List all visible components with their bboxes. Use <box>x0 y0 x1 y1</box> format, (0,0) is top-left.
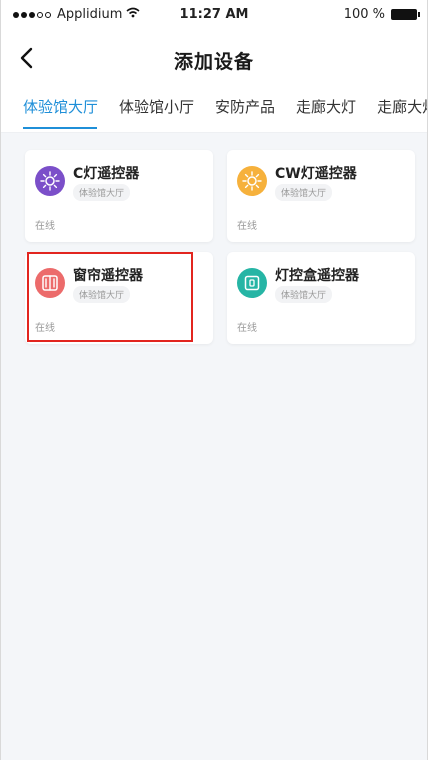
device-grid: C灯遥控器 体验馆大厅 在线 CW灯遥控器 体验馆大厅 在线 窗帘遥控器 体验馆… <box>1 133 427 760</box>
room-tabs: 体验馆大厅体验馆小厅安防产品走廊大灯走廊大灯 <box>1 92 427 133</box>
device-room-badge: 体验馆大厅 <box>275 184 333 201</box>
nav-bar: 添加设备 <box>1 38 427 82</box>
tab-room-1[interactable]: 体验馆大厅 <box>23 92 98 129</box>
device-status: 在线 <box>35 221 55 232</box>
light-box-icon <box>237 268 267 298</box>
device-room-badge: 体验馆大厅 <box>275 286 333 303</box>
tab-room-5[interactable]: 走廊大灯 <box>377 92 427 117</box>
device-card-c-light[interactable]: C灯遥控器 体验馆大厅 在线 <box>25 150 213 242</box>
device-room-badge: 体验馆大厅 <box>73 184 131 201</box>
device-card-cw-light[interactable]: CW灯遥控器 体验馆大厅 在线 <box>227 150 415 242</box>
c-light-icon <box>35 166 65 196</box>
device-name: 窗帘遥控器 <box>73 268 143 284</box>
battery-icon <box>391 9 420 20</box>
curtain-icon <box>35 268 65 298</box>
device-status: 在线 <box>237 221 257 232</box>
tab-room-3[interactable]: 安防产品 <box>215 92 275 117</box>
device-card-curtain[interactable]: 窗帘遥控器 体验馆大厅 在线 <box>25 252 213 344</box>
cw-light-icon <box>237 166 267 196</box>
battery-percent: 100 % <box>343 7 385 22</box>
page-title: 添加设备 <box>173 51 254 73</box>
device-status: 在线 <box>237 323 257 334</box>
tab-room-4[interactable]: 走廊大灯 <box>296 92 356 117</box>
tab-room-2[interactable]: 体验馆小厅 <box>119 92 194 117</box>
battery-area: 100 % <box>343 7 420 22</box>
status-bar: Applidium 11:27 AM 100 % <box>1 0 427 28</box>
device-name: 灯控盒遥控器 <box>275 268 359 284</box>
device-status: 在线 <box>35 323 55 334</box>
device-card-light-box[interactable]: 灯控盒遥控器 体验馆大厅 在线 <box>227 252 415 344</box>
device-name: CW灯遥控器 <box>275 166 357 182</box>
device-name: C灯遥控器 <box>73 166 140 182</box>
app-screen: Applidium 11:27 AM 100 % 添加设备 体验馆大厅 体验馆小厅… <box>0 0 428 760</box>
device-room-badge: 体验馆大厅 <box>73 286 131 303</box>
